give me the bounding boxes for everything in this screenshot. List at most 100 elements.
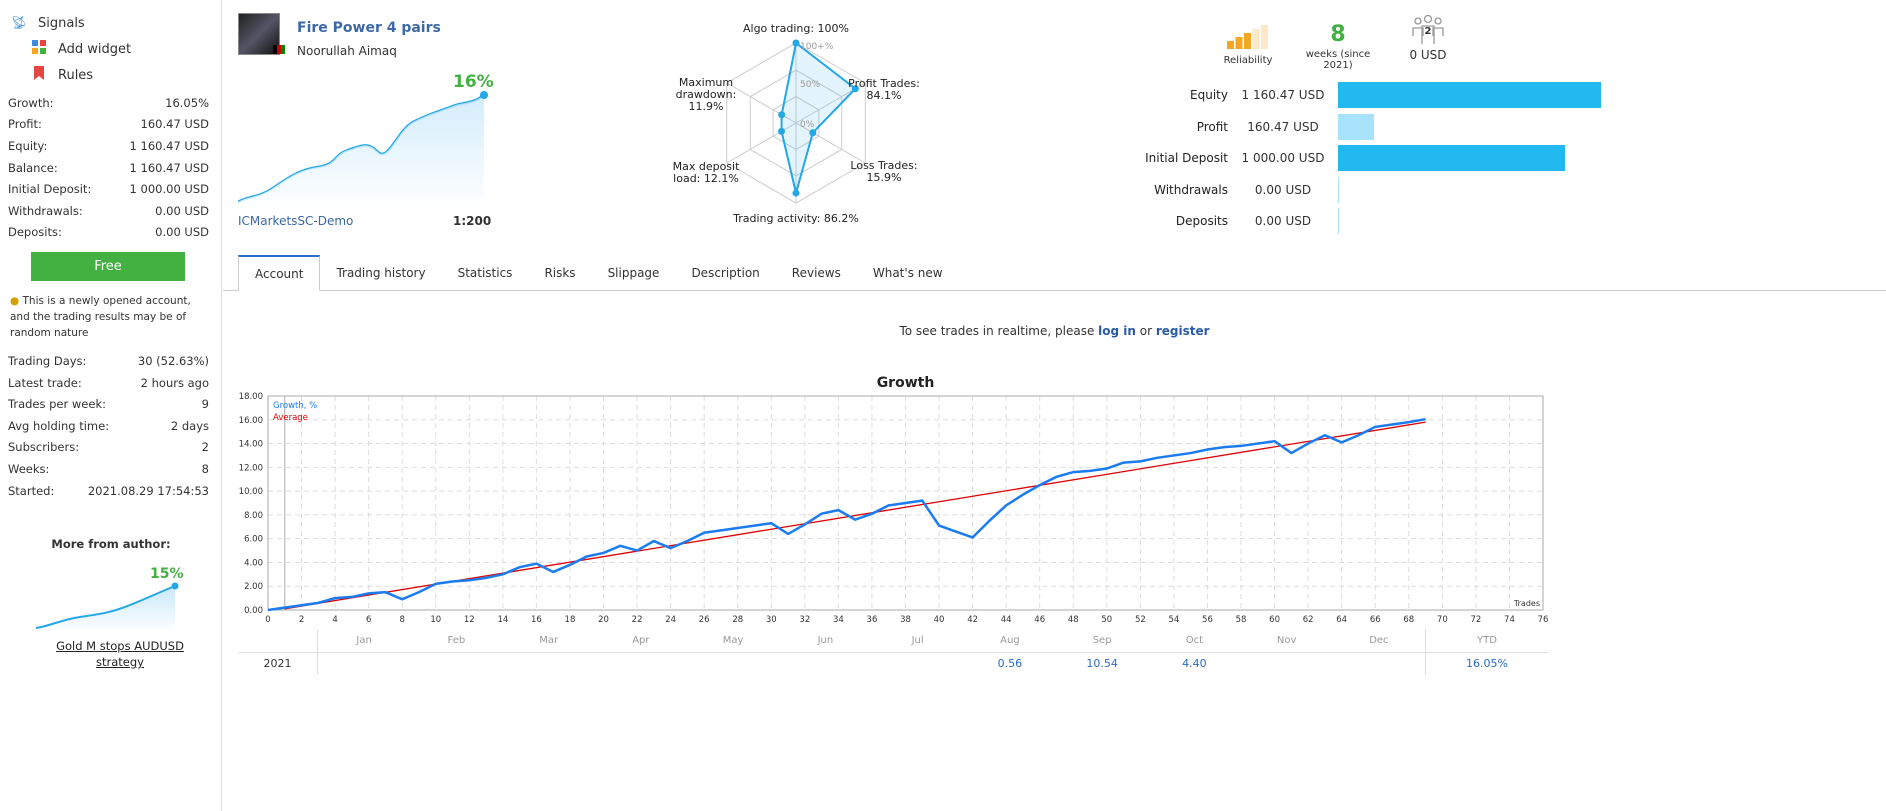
- balance-label: Withdrawals: [1154, 182, 1228, 197]
- stat-label: Started:: [8, 483, 55, 498]
- month-header: Mar: [539, 635, 559, 646]
- ytd-header: YTD: [1477, 635, 1497, 646]
- ytd-value: 16.05%: [1466, 657, 1508, 670]
- stat-row: Trading Days: 30 (52.63%): [0, 350, 221, 372]
- balance-value: 160.47 USD: [1247, 119, 1319, 134]
- x-tick-label: 36: [867, 615, 878, 625]
- x-tick-label: 48: [1068, 615, 1079, 625]
- x-tick-label: 14: [497, 615, 508, 625]
- balance-value: 1 000.00 USD: [1241, 151, 1325, 165]
- stat-value: 2: [201, 440, 209, 455]
- stat-value: 1 000.00 USD: [129, 182, 209, 197]
- x-tick-label: 0: [265, 615, 270, 625]
- x-tick-label: 58: [1236, 615, 1247, 625]
- more-strategy-link[interactable]: Gold M stops AUDUSD strategy: [40, 638, 200, 670]
- warning-icon: ●: [10, 295, 20, 308]
- radar-point: [809, 129, 817, 137]
- more-from-author-title: More from author:: [51, 537, 171, 551]
- balance-bar: [1338, 145, 1565, 171]
- x-tick-label: 50: [1101, 615, 1112, 625]
- balance-bar: [1338, 82, 1601, 108]
- reliability-bar: [1235, 37, 1243, 49]
- month-value: 10.54: [1086, 657, 1118, 670]
- stat-row: Trades per week: 9: [0, 393, 221, 415]
- balance-bar: [1338, 176, 1339, 203]
- x-tick-label: 68: [1403, 615, 1414, 625]
- month-header: Oct: [1185, 635, 1204, 646]
- stat-label: Growth:: [8, 95, 54, 110]
- month-header: May: [722, 635, 744, 646]
- y-tick-label: 10.00: [239, 487, 263, 497]
- tab-risks[interactable]: Risks: [528, 255, 591, 291]
- stat-value: 30 (52.63%): [137, 353, 209, 368]
- balance-label: Initial Deposit: [1145, 151, 1228, 165]
- stat-label: Equity:: [8, 138, 48, 153]
- radar-ring-label: 0%: [800, 120, 815, 130]
- tab-reviews[interactable]: Reviews: [776, 255, 857, 291]
- tab-what-s-new[interactable]: What's new: [857, 255, 959, 291]
- x-axis-label: Trades: [1513, 599, 1540, 608]
- y-tick-label: 8.00: [244, 511, 263, 521]
- x-tick-label: 66: [1370, 615, 1381, 625]
- x-tick-label: 2: [299, 615, 304, 625]
- balance-label: Equity: [1190, 88, 1228, 102]
- x-tick-label: 54: [1169, 615, 1180, 625]
- y-tick-label: 14.00: [239, 440, 263, 450]
- tab-statistics[interactable]: Statistics: [442, 255, 529, 291]
- radar-shape: [780, 41, 857, 194]
- stat-row: Avg holding time: 2 days: [0, 415, 221, 437]
- x-tick-label: 62: [1303, 615, 1314, 625]
- broker-link[interactable]: ICMarketsSC-Demo: [238, 214, 353, 228]
- author-name[interactable]: Noorullah Aimaq: [297, 44, 397, 58]
- reliability-bar: [1261, 25, 1268, 49]
- nav-rules[interactable]: Rules: [10, 62, 221, 88]
- stat-row: Started: 2021.08.29 17:54:53: [0, 480, 221, 502]
- nav-signals[interactable]: 📡︎ Signals: [10, 10, 221, 36]
- tab-description[interactable]: Description: [675, 255, 775, 291]
- stat-label: Initial Deposit:: [8, 182, 92, 197]
- y-tick-label: 4.00: [244, 558, 263, 568]
- tab-slippage[interactable]: Slippage: [592, 255, 676, 291]
- table-divider: [238, 652, 1548, 653]
- stat-label: Trades per week:: [8, 397, 106, 412]
- month-value: 0.56: [997, 657, 1023, 670]
- month-header: Feb: [447, 635, 466, 646]
- widget-icon: [30, 40, 48, 58]
- free-button[interactable]: Free: [31, 252, 185, 282]
- signal-title[interactable]: Fire Power 4 pairs: [297, 20, 441, 36]
- month-value: 4.40: [1182, 657, 1207, 670]
- balance-row: Deposits 0.00 USD: [1093, 208, 1339, 234]
- nav-add-widget[interactable]: Add widget: [10, 36, 221, 62]
- x-tick-label: 42: [967, 615, 978, 625]
- realtime-notice: To see trades in realtime, please log in…: [899, 324, 1210, 338]
- x-tick-label: 16: [531, 615, 542, 625]
- growth-percent: 16%: [453, 72, 494, 92]
- stat-row: Weeks: 8: [0, 458, 221, 480]
- tab-account[interactable]: Account: [238, 255, 321, 291]
- x-tick-label: 46: [1034, 615, 1045, 625]
- x-tick-label: 8: [399, 615, 404, 625]
- stat-value: 1 160.47 USD: [129, 160, 209, 175]
- balance-value: 0.00 USD: [1254, 214, 1312, 228]
- y-tick-label: 18.00: [239, 392, 263, 402]
- radar-point: [778, 127, 786, 135]
- balance-label: Deposits: [1175, 214, 1228, 228]
- login-link[interactable]: log in: [1098, 324, 1136, 338]
- radar-point: [792, 39, 800, 47]
- month-header: Nov: [1276, 635, 1297, 646]
- stat-label: Trading Days:: [8, 353, 87, 368]
- tab-trading-history[interactable]: Trading history: [320, 255, 441, 291]
- radar-point: [792, 189, 800, 197]
- month-header: Jan: [356, 635, 372, 646]
- legend-growth: Growth, %: [273, 401, 317, 411]
- x-tick-label: 18: [565, 615, 576, 625]
- x-tick-label: 44: [1001, 615, 1012, 625]
- x-tick-label: 32: [799, 615, 810, 625]
- x-tick-label: 70: [1437, 615, 1448, 625]
- stat-value: 2 days: [170, 418, 209, 433]
- stat-label: Subscribers:: [8, 440, 80, 455]
- register-link[interactable]: register: [1156, 324, 1210, 338]
- tab-bar: Account Trading history Statistics Risks Sli…: [238, 255, 959, 291]
- stat-value: 9: [201, 397, 209, 412]
- month-header: Sep: [1092, 635, 1112, 646]
